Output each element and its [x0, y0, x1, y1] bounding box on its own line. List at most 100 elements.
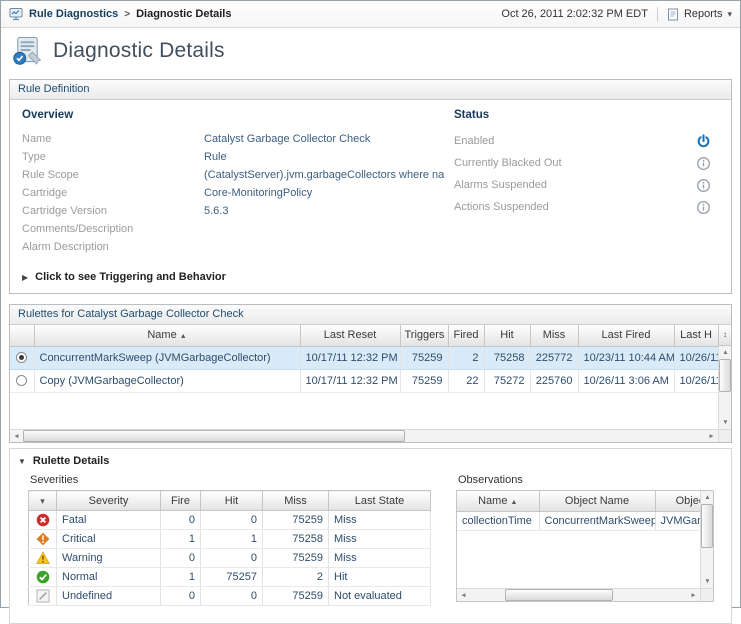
column-sizer-icon[interactable]: ↕	[718, 325, 731, 346]
column-header-severity-filter[interactable]: ▾	[29, 491, 57, 511]
column-header-fired[interactable]: Fired	[448, 325, 484, 346]
field-label-rule-scope: Rule Scope	[22, 169, 204, 181]
triggering-behavior-expander[interactable]: ▶ Click to see Triggering and Behavior	[22, 271, 454, 283]
info-icon[interactable]	[696, 156, 713, 171]
severity-row-undefined[interactable]: Undefined 0 0 75259 Not evaluated	[29, 587, 431, 606]
reports-menu[interactable]: Reports ▾	[667, 8, 732, 21]
cell-fire: 0	[161, 549, 201, 568]
cell-severity-icon	[29, 568, 57, 587]
cell-fire: 1	[161, 530, 201, 549]
observations-vertical-scrollbar[interactable]: ▲ ▼	[700, 491, 713, 588]
info-icon[interactable]	[696, 200, 713, 215]
column-header-hit[interactable]: Hit	[201, 491, 263, 511]
vertical-scrollbar[interactable]: ▲ ▼	[718, 346, 731, 429]
horizontal-scrollbar-thumb[interactable]	[505, 589, 614, 601]
column-header-object-name[interactable]: Object Name	[539, 491, 655, 511]
horizontal-scrollbar[interactable]: ◄ ►	[10, 429, 718, 442]
scroll-left-button[interactable]: ◄	[10, 430, 23, 442]
observations-table-container: Name▲ Object Name Objec collectionTime C…	[456, 490, 714, 602]
column-header-triggers[interactable]: Triggers	[400, 325, 448, 346]
column-header-hit[interactable]: Hit	[484, 325, 530, 346]
severity-row-critical[interactable]: Critical 1 1 75258 Miss	[29, 530, 431, 549]
cell-last-fired: 10/23/11 10:44 AM	[578, 346, 674, 369]
rulette-details-expander[interactable]: ▼ Rulette Details	[10, 449, 731, 471]
cell-severity-icon	[29, 587, 57, 606]
field-row: Cartridge Core-MonitoringPolicy	[22, 184, 454, 202]
topbar-divider	[657, 7, 658, 22]
status-row: Enabled	[454, 130, 713, 152]
radio-button[interactable]	[16, 352, 27, 363]
cell-last-reset: 10/17/11 12:32 PM	[300, 369, 400, 392]
diagnostic-details-icon	[11, 35, 44, 66]
status-row: Actions Suspended	[454, 196, 713, 218]
vertical-scrollbar-thumb[interactable]	[719, 359, 731, 392]
field-row: Alarm Description	[22, 238, 454, 256]
cell-hit: 75257	[201, 568, 263, 587]
column-header-last-fired[interactable]: Last Fired	[578, 325, 674, 346]
status-column: Status Enabled Currently Blacked Out	[454, 109, 719, 283]
power-icon[interactable]	[696, 134, 713, 149]
column-header-name[interactable]: Name▲	[34, 325, 300, 346]
scroll-right-button[interactable]: ►	[687, 589, 700, 602]
horizontal-scrollbar-track[interactable]	[23, 430, 705, 442]
cell-name: collectionTime	[457, 511, 539, 530]
cell-triggers: 75259	[400, 346, 448, 369]
breadcrumb-rule-diagnostics[interactable]: Rule Diagnostics	[29, 8, 118, 20]
scroll-left-button[interactable]: ◄	[457, 589, 470, 602]
cell-hit: 0	[201, 511, 263, 530]
cell-last-reset: 10/17/11 12:32 PM	[300, 346, 400, 369]
vertical-scrollbar-track[interactable]	[701, 504, 713, 575]
severity-row-warning[interactable]: Warning 0 0 75259 Miss	[29, 549, 431, 568]
status-label-actions-suspended: Actions Suspended	[454, 201, 696, 213]
observations-block: Observations Name▲ Object Name Objec	[456, 471, 731, 606]
observations-horizontal-scrollbar[interactable]: ◄ ►	[457, 588, 700, 601]
vertical-scrollbar-track[interactable]	[719, 359, 731, 416]
column-header-miss[interactable]: Miss	[263, 491, 329, 511]
cell-hit: 1	[201, 530, 263, 549]
cell-severity-icon	[29, 530, 57, 549]
cell-object-name: ConcurrentMarkSweep	[539, 511, 655, 530]
column-header-last-hit[interactable]: Last H	[674, 325, 718, 346]
field-row: Rule Scope (CatalystServer).jvm.garbageC…	[22, 166, 454, 184]
scroll-down-button[interactable]: ▼	[719, 416, 731, 429]
cell-last-state: Not evaluated	[329, 587, 431, 606]
rule-diagnostics-icon	[9, 7, 23, 21]
vertical-scrollbar-thumb[interactable]	[701, 504, 713, 548]
rulettes-body: Name▲ Last Reset Triggers Fired Hit Miss…	[10, 325, 731, 442]
rulette-row-concurrentmarksweep[interactable]: ConcurrentMarkSweep (JVMGarbageCollector…	[10, 346, 718, 369]
column-header-severity[interactable]: Severity	[57, 491, 161, 511]
horizontal-scrollbar-track[interactable]	[470, 589, 687, 601]
scroll-right-button[interactable]: ►	[705, 430, 718, 442]
scroll-down-button[interactable]: ▼	[701, 575, 714, 588]
fatal-icon	[36, 513, 50, 527]
field-label-cartridge-version: Cartridge Version	[22, 205, 204, 217]
column-header-radio	[10, 325, 34, 346]
column-header-name[interactable]: Name▲	[457, 491, 539, 511]
column-header-fire[interactable]: Fire	[161, 491, 201, 511]
field-row: Name Catalyst Garbage Collector Check	[22, 130, 454, 148]
cell-miss: 75259	[263, 587, 329, 606]
cell-severity: Undefined	[57, 587, 161, 606]
column-header-miss[interactable]: Miss	[530, 325, 578, 346]
field-label-type: Type	[22, 151, 204, 163]
severity-row-normal[interactable]: Normal 1 75257 2 Hit	[29, 568, 431, 587]
column-header-last-reset[interactable]: Last Reset	[300, 325, 400, 346]
cell-severity: Normal	[57, 568, 161, 587]
severity-row-fatal[interactable]: Fatal 0 0 75259 Miss	[29, 511, 431, 530]
scroll-up-button[interactable]: ▲	[701, 491, 714, 504]
horizontal-scrollbar-thumb[interactable]	[23, 430, 405, 442]
rulette-row-copy[interactable]: Copy (JVMGarbageCollector) 10/17/11 12:3…	[10, 369, 718, 392]
field-value-name: Catalyst Garbage Collector Check	[204, 133, 370, 145]
cell-severity-icon	[29, 511, 57, 530]
column-header-last-state[interactable]: Last State	[329, 491, 431, 511]
field-label-comments: Comments/Description	[22, 223, 204, 235]
reports-label: Reports	[684, 8, 723, 20]
radio-button[interactable]	[16, 375, 27, 386]
cell-name: ConcurrentMarkSweep (JVMGarbageCollector…	[34, 346, 300, 369]
cell-severity: Critical	[57, 530, 161, 549]
topbar-right: Oct 26, 2011 2:02:32 PM EDT Reports ▾	[501, 7, 732, 22]
info-icon[interactable]	[696, 178, 713, 193]
scroll-up-button[interactable]: ▲	[719, 346, 731, 359]
cell-last-state: Miss	[329, 511, 431, 530]
observation-row-collectiontime[interactable]: collectionTime ConcurrentMarkSweep JVMGa…	[457, 511, 714, 530]
